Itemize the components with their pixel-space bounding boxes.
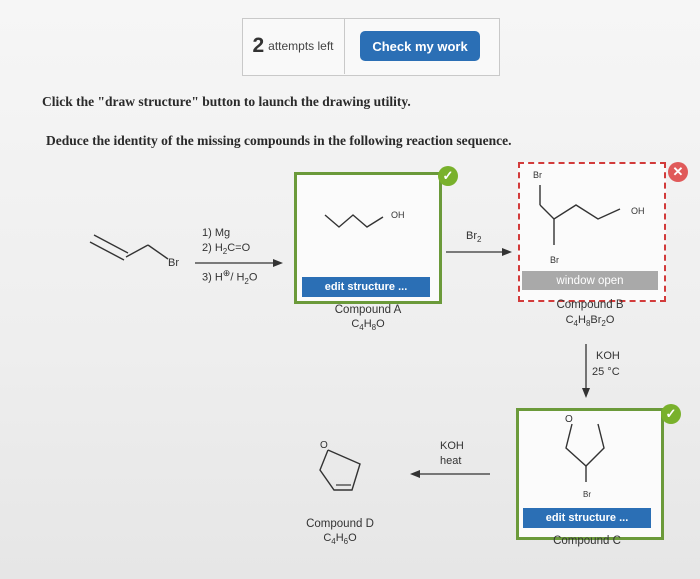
step3-reagent-temperature: 25 °C [592, 366, 620, 378]
instruction-deduce: Deduce the identity of the missing compo… [46, 133, 512, 148]
step4-reagent-heat: heat [440, 455, 462, 467]
instruction-draw-structure: Click the "draw structure" button to lau… [42, 94, 411, 109]
assignment-screen: 2 attempts left Check my work Click the … [0, 0, 700, 579]
check-icon: ✓ [661, 404, 681, 424]
check-my-work-button[interactable]: Check my work [360, 31, 480, 61]
compound-a-edit-structure-button[interactable]: edit structure ... [302, 277, 430, 297]
step4-reagent-koh: KOH [440, 440, 464, 452]
compound-b-br-top-label: Br [533, 170, 542, 180]
compound-c-br-label: Br [583, 490, 591, 499]
compound-a-name: Compound A [334, 304, 402, 316]
step1-arrow [195, 259, 283, 267]
step4-arrow [410, 470, 490, 478]
compound-c-edit-structure-button[interactable]: edit structure ... [523, 508, 651, 528]
compound-b-window-open-button[interactable]: window open [522, 271, 658, 290]
compound-a-formula: C4H8O [351, 318, 385, 333]
compound-b-formula: C4H8Br2O [565, 314, 615, 329]
compound-b-br-bottom-label: Br [550, 255, 559, 265]
check-icon: ✓ [438, 166, 458, 186]
compound-d-structure [319, 449, 361, 491]
step2-reagent-bromine: Br2 [466, 230, 482, 245]
step1-reagent-mg: 1) Mg [202, 227, 231, 239]
starting-material-structure [89, 234, 169, 261]
step1-reagent-formaldehyde: 2) H2C=O [202, 242, 251, 257]
step3-reagent-koh: KOH [596, 350, 620, 362]
compound-b-structure [539, 185, 621, 245]
starting-material-br-label: Br [168, 257, 179, 269]
step1-reagent-acid-workup: 3) H⊕/ H2O [202, 268, 258, 286]
close-icon: ✕ [668, 162, 688, 182]
compound-d-formula: C4H6O [323, 532, 357, 547]
attempts-indicator: 2 attempts left [242, 18, 345, 74]
attempts-count: 2 [252, 34, 265, 57]
compound-b-name: Compound B [556, 299, 624, 311]
step3-arrow [582, 344, 590, 398]
compound-c-structure [565, 423, 605, 482]
compound-a-oh-label: OH [391, 210, 405, 220]
compound-c-name: Compound C [553, 535, 621, 547]
compound-b-oh-label: OH [631, 206, 645, 216]
step2-arrow [446, 248, 512, 256]
attempts-label: attempts left [268, 39, 334, 53]
compound-d-name: Compound D [306, 518, 374, 530]
